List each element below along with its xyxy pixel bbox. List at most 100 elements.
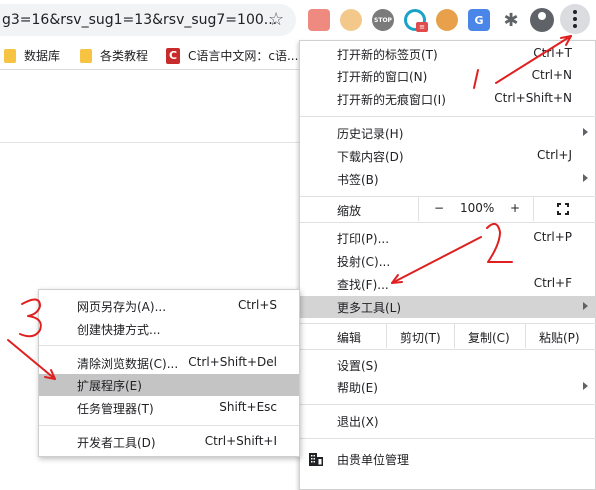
submenu-item-label: 扩展程序(E) — [77, 379, 142, 393]
menu-separator — [300, 222, 596, 223]
menu-item-label: 打开新的窗口(N) — [337, 70, 428, 84]
menu-item-downloads[interactable]: 下载内容(D) Ctrl+J — [300, 145, 596, 167]
submenu-item-dev-tools[interactable]: 开发者工具(D) Ctrl+Shift+I — [39, 431, 299, 453]
bookmark-item[interactable]: C C语言中文网：c语... — [166, 47, 298, 64]
address-text[interactable]: g3=16&rsv_sug1=13&rsv_sug7=100... — [2, 12, 277, 28]
menu-item-label: 下载内容(D) — [337, 150, 404, 164]
menu-item-shortcut: Ctrl+J — [537, 148, 572, 162]
more-tools-submenu: 网页另存为(A)... Ctrl+S 创建快捷方式... 清除浏览数据(C)..… — [38, 289, 300, 457]
submenu-arrow-icon — [583, 174, 588, 182]
menu-item-find[interactable]: 查找(F)... Ctrl+F — [300, 273, 596, 295]
bookmark-star-icon[interactable]: ☆ — [268, 9, 284, 30]
profile-avatar-icon[interactable] — [530, 8, 554, 32]
menu-item-label: 打开新的无痕窗口(I) — [337, 93, 446, 107]
submenu-item-label: 创建快捷方式... — [77, 323, 161, 337]
bookmark-item[interactable]: 各类教程 — [80, 47, 148, 64]
submenu-item-label: 开发者工具(D) — [77, 436, 156, 450]
paste-button[interactable]: 粘贴(P) — [539, 329, 580, 346]
menu-item-label: 退出(X) — [337, 415, 379, 429]
menu-separator — [300, 438, 596, 439]
submenu-arrow-icon — [583, 302, 588, 310]
zoom-out-button[interactable]: − — [434, 201, 444, 215]
bookmark-label: 各类教程 — [100, 49, 149, 63]
copy-button[interactable]: 复制(C) — [468, 329, 510, 346]
extension-stop-icon[interactable]: STOP — [372, 9, 394, 31]
menu-item-print[interactable]: 打印(P)... Ctrl+P — [300, 227, 596, 249]
menu-item-label: 打印(P)... — [337, 232, 390, 246]
building-icon — [309, 453, 323, 466]
menu-item-more-tools[interactable]: 更多工具(L) — [300, 296, 596, 318]
menu-item-shortcut: Ctrl+Shift+N — [494, 91, 572, 105]
submenu-item-create-shortcut[interactable]: 创建快捷方式... — [39, 318, 299, 340]
extension-red-icon[interactable] — [308, 9, 330, 31]
menu-item-label: 帮助(E) — [337, 381, 378, 395]
submenu-item-shortcut: Ctrl+Shift+Del — [188, 355, 277, 369]
menu-separator — [300, 404, 596, 405]
menu-item-settings[interactable]: 设置(S) — [300, 354, 596, 376]
menu-item-shortcut: Ctrl+N — [531, 68, 572, 82]
page-divider — [0, 142, 300, 143]
browser-toolbar: g3=16&rsv_sug1=13&rsv_sug7=100... ☆ STOP… — [0, 0, 596, 40]
menu-item-shortcut: Ctrl+F — [533, 276, 572, 290]
menu-item-incognito[interactable]: 打开新的无痕窗口(I) Ctrl+Shift+N — [300, 88, 596, 110]
menu-item-exit[interactable]: 退出(X) — [300, 410, 596, 432]
submenu-separator — [39, 345, 299, 346]
extension-circle-icon[interactable]: ≡ — [404, 9, 428, 32]
submenu-item-label: 任务管理器(T) — [77, 402, 154, 416]
fullscreen-icon[interactable] — [557, 203, 569, 215]
submenu-arrow-icon — [583, 382, 588, 390]
submenu-separator — [39, 425, 299, 426]
folder-icon — [4, 48, 16, 63]
submenu-item-shortcut: Ctrl+S — [237, 298, 277, 312]
extension-face-icon[interactable] — [436, 9, 458, 31]
menu-item-shortcut: Ctrl+T — [533, 46, 572, 60]
menu-item-cast[interactable]: 投射(C)... — [300, 250, 596, 272]
menu-separator — [300, 349, 596, 350]
folder-icon — [80, 48, 92, 63]
menu-item-label: 由贵单位管理 — [337, 453, 410, 467]
menu-item-shortcut: Ctrl+P — [533, 230, 572, 244]
menu-item-label: 查找(F)... — [337, 278, 389, 292]
bookmark-item[interactable]: 数据库 — [4, 47, 60, 64]
menu-item-label: 投射(C)... — [337, 255, 391, 269]
submenu-arrow-icon — [583, 128, 588, 136]
menu-item-help[interactable]: 帮助(E) — [300, 376, 596, 398]
submenu-item-shortcut: Shift+Esc — [219, 400, 277, 414]
submenu-item-label: 网页另存为(A)... — [77, 300, 167, 314]
menu-item-bookmarks[interactable]: 书签(B) — [300, 168, 596, 190]
menu-item-managed[interactable]: 由贵单位管理 — [300, 448, 596, 470]
menu-item-new-window[interactable]: 打开新的窗口(N) Ctrl+N — [300, 65, 596, 87]
submenu-item-extensions[interactable]: 扩展程序(E) — [39, 374, 299, 396]
edit-label: 编辑 — [337, 331, 362, 345]
bookmark-label: 数据库 — [24, 49, 61, 63]
extension-monkey-icon[interactable] — [340, 9, 362, 31]
submenu-item-shortcut: Ctrl+Shift+I — [204, 434, 277, 448]
menu-separator — [300, 116, 596, 117]
submenu-item-task-manager[interactable]: 任务管理器(T) Shift+Esc — [39, 397, 299, 419]
cut-button[interactable]: 剪切(T) — [400, 329, 441, 346]
extension-badge: ≡ — [416, 22, 428, 32]
menu-item-label: 书签(B) — [337, 173, 379, 187]
translate-icon[interactable]: G — [468, 9, 490, 31]
menu-item-label: 设置(S) — [337, 359, 378, 373]
menu-item-history[interactable]: 历史记录(H) — [300, 122, 596, 144]
menu-item-label: 打开新的标签页(T) — [337, 48, 438, 62]
c-logo-icon: C — [166, 47, 180, 64]
zoom-level: 100% — [460, 201, 495, 215]
menu-item-label: 历史记录(H) — [337, 127, 404, 141]
submenu-item-label: 清除浏览数据(C)... — [77, 357, 179, 371]
extensions-puzzle-icon[interactable]: ✱ — [500, 9, 522, 31]
menu-item-new-tab[interactable]: 打开新的标签页(T) Ctrl+T — [300, 43, 596, 65]
chrome-menu-button[interactable] — [560, 4, 590, 34]
zoom-in-button[interactable]: + — [510, 201, 520, 215]
zoom-row: 缩放 − 100% + — [300, 197, 596, 221]
submenu-item-clear-data[interactable]: 清除浏览数据(C)... Ctrl+Shift+Del — [39, 352, 299, 374]
bookmarks-bar: 数据库 各类教程 C C语言中文网：c语... — [0, 40, 300, 70]
address-bar[interactable]: g3=16&rsv_sug1=13&rsv_sug7=100... ☆ — [0, 4, 296, 36]
bookmark-label: C语言中文网：c语... — [188, 49, 299, 63]
submenu-item-save-page[interactable]: 网页另存为(A)... Ctrl+S — [39, 295, 299, 317]
edit-row: 编辑 剪切(T) 复制(C) 粘贴(P) — [300, 324, 596, 348]
chrome-main-menu: 打开新的标签页(T) Ctrl+T 打开新的窗口(N) Ctrl+N 打开新的无… — [299, 40, 596, 490]
zoom-label: 缩放 — [337, 204, 362, 218]
menu-item-label: 更多工具(L) — [337, 301, 402, 315]
